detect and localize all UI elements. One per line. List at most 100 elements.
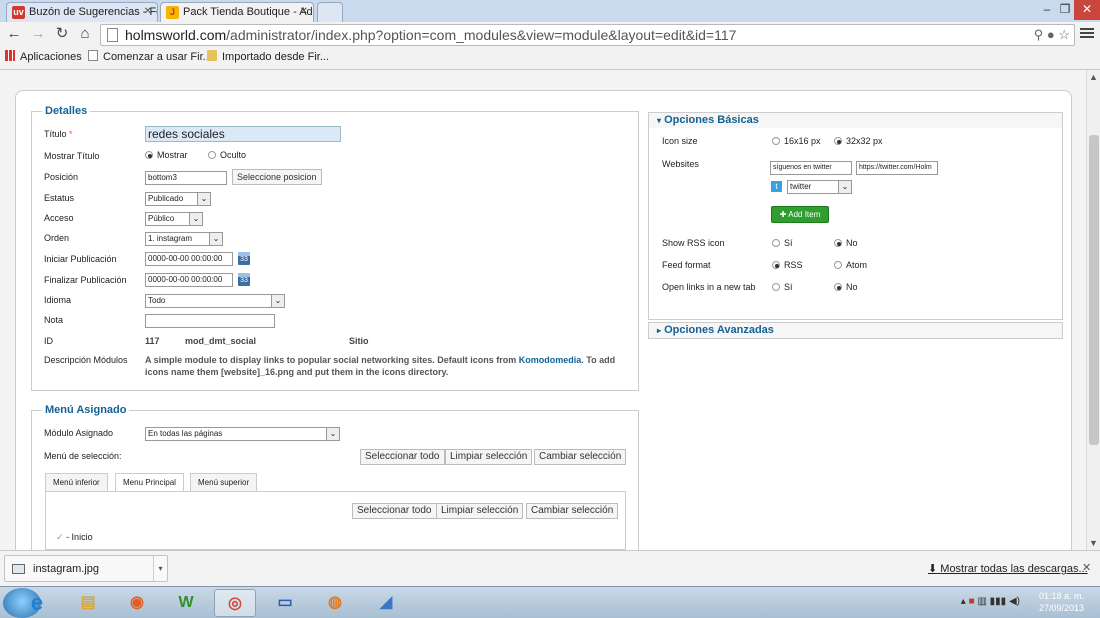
system-tray[interactable]: ▴ ■ ▥ ▮▮▮ ◀)	[961, 596, 1020, 607]
advanced-options-header[interactable]: ▸ Opciones Avanzadas	[648, 322, 1063, 339]
scroll-up-icon[interactable]: ▲	[1089, 72, 1098, 82]
new-tab-button[interactable]	[317, 2, 343, 22]
website-url-input[interactable]: https://twitter.com/Holm	[856, 161, 938, 175]
tab-menu-principal[interactable]: Menu Principal	[115, 473, 184, 493]
website-type-select[interactable]: twitter ⌄	[787, 180, 852, 194]
home-icon[interactable]: ⌂	[76, 25, 94, 43]
orden-select[interactable]: 1. instagram ⌄	[145, 232, 223, 246]
newtab-si-radio[interactable]: Sí	[772, 282, 793, 292]
remote-desktop-icon[interactable]: ▭	[264, 589, 306, 617]
close-icon[interactable]: ✕	[300, 3, 308, 21]
toggle-selection-button[interactable]: Cambiar selección	[534, 449, 627, 465]
newtab-no-radio[interactable]: No	[834, 282, 858, 292]
feed-rss-radio[interactable]: RSS	[772, 260, 803, 270]
tab-menu-inferior[interactable]: Menú inferior	[45, 473, 108, 492]
checkbox-icon[interactable]: ✓	[56, 532, 64, 542]
feed-atom-radio[interactable]: Atom	[834, 260, 867, 270]
chevron-down-icon[interactable]: ▾	[153, 556, 167, 581]
page-scrollbar[interactable]: ▲ ▼	[1086, 70, 1100, 550]
select-position-button[interactable]: Seleccione posicion	[232, 169, 322, 185]
bookmark-apps[interactable]: Aplicaciones	[5, 50, 82, 63]
menu-item-inicio[interactable]: ✓ - Inicio	[56, 532, 93, 543]
close-icon[interactable]: ✕	[1082, 561, 1091, 574]
row-icon-size: Icon size 16x16 px 32x32 px	[662, 136, 883, 146]
bookmark-item[interactable]: Comenzar a usar Fir...	[88, 50, 212, 63]
word-icon[interactable]: W	[165, 589, 207, 617]
acceso-select[interactable]: Público ⌄	[145, 212, 203, 226]
basic-options-header[interactable]: ▾ Opciones Básicas	[648, 112, 1063, 129]
clear-selection-button[interactable]: Limpiar selección	[445, 449, 533, 465]
toggle-selection-button[interactable]: Cambiar selección	[526, 503, 619, 519]
row-feed-format: Feed format RSS Atom	[662, 260, 867, 270]
url-bar[interactable]: holmsworld.com/administrator/index.php?o…	[100, 24, 1075, 46]
idioma-select[interactable]: Todo ⌄	[145, 294, 285, 308]
iniciar-input[interactable]: 0000-00-00 00:00:00	[145, 252, 233, 266]
tab-menu-superior[interactable]: Menú superior	[190, 473, 258, 492]
reload-icon[interactable]: ↻	[53, 25, 71, 43]
row-titulo: Título * redes sociales	[44, 126, 634, 144]
minimize-icon[interactable]: ‒	[1038, 0, 1056, 20]
rss-si-radio[interactable]: Sí	[772, 238, 793, 248]
finalizar-input[interactable]: 0000-00-00 00:00:00	[145, 273, 233, 287]
clear-selection-button[interactable]: Limpiar selección	[436, 503, 524, 519]
estatus-select[interactable]: Publicado ⌄	[145, 192, 211, 206]
media-player-icon[interactable]: ◉	[116, 589, 158, 617]
forward-icon[interactable]: →	[29, 25, 47, 43]
rss-no-radio[interactable]: No	[834, 238, 858, 248]
scroll-thumb[interactable]	[1089, 135, 1099, 445]
menu-icon[interactable]	[1080, 26, 1094, 40]
row-modulo-asignado: Módulo Asignado En todas las páginas ⌄	[44, 425, 634, 443]
firefox-icon[interactable]: ◍	[314, 589, 356, 617]
tab-pack-tienda[interactable]: J Pack Tienda Boutique - Ad ✕	[160, 2, 314, 22]
ie-icon[interactable]: e	[16, 589, 58, 617]
download-icon: ⬇	[928, 563, 938, 575]
posicion-input[interactable]: bottom3	[145, 171, 227, 185]
maximize-icon[interactable]: ❐	[1056, 0, 1074, 20]
finalizar-label: Finalizar Publicación	[44, 275, 127, 285]
bookmark-folder[interactable]: Importado desde Fir...	[207, 50, 329, 63]
star-icon[interactable]: ⚲ ● ☆	[1034, 27, 1070, 43]
komodomedia-link[interactable]: Komodomedia	[519, 355, 582, 365]
calendar-icon[interactable]: 33	[238, 252, 250, 265]
titulo-label: Título	[44, 129, 67, 139]
chevron-down-icon: ⌄	[838, 181, 851, 193]
oculto-radio[interactable]: Oculto	[208, 150, 246, 160]
icon-size-label: Icon size	[662, 136, 698, 146]
volume-icon: ◀)	[1008, 596, 1020, 607]
website-name-input[interactable]: síguenos en twitter	[770, 161, 852, 175]
nota-input[interactable]	[145, 314, 275, 328]
calendar-icon[interactable]: 33	[238, 273, 250, 286]
select-all-button[interactable]: Seleccionar todo	[360, 449, 445, 465]
row-descripcion: Descripción Módulos A simple module to d…	[44, 352, 634, 382]
acceso-label: Acceso	[44, 213, 74, 223]
back-icon[interactable]: ←	[5, 25, 23, 43]
tab-strip: uv Buzón de Sugerencias - Fo ✕ J Pack Ti…	[0, 0, 1100, 22]
details-legend: Detalles	[42, 105, 91, 117]
download-item[interactable]: instagram.jpg ▾	[4, 555, 168, 582]
image-file-icon	[12, 564, 25, 574]
select-all-button[interactable]: Seleccionar todo	[352, 503, 437, 519]
icon-size-32-radio[interactable]: 32x32 px	[834, 136, 883, 146]
tab-buzon[interactable]: uv Buzón de Sugerencias - Fo ✕	[6, 2, 158, 22]
titulo-input[interactable]: redes sociales	[145, 126, 341, 142]
app-icon[interactable]: ◢	[365, 589, 407, 617]
row-iniciar: Iniciar Publicación 0000-00-00 00:00:00 …	[44, 251, 634, 269]
explorer-icon[interactable]: ▤	[67, 589, 109, 617]
websites-label: Websites	[662, 159, 699, 169]
mostrar-radio[interactable]: Mostrar	[145, 150, 188, 160]
tab-title: Pack Tienda Boutique - Ad	[183, 6, 313, 18]
modulo-asignado-label: Módulo Asignado	[44, 428, 114, 438]
close-icon[interactable]: ✕	[144, 3, 152, 21]
row-new-tab: Open links in a new tab Sí No	[662, 282, 858, 292]
scroll-down-icon[interactable]: ▼	[1089, 538, 1098, 548]
add-item-button[interactable]: ✚ Add Item	[771, 206, 829, 223]
row-menu-seleccion: Menú de selección: Seleccionar todo Limp…	[44, 448, 634, 466]
icon-size-16-radio[interactable]: 16x16 px	[772, 136, 821, 146]
modulo-asignado-select[interactable]: En todas las páginas ⌄	[145, 427, 340, 441]
close-window-icon[interactable]: ✕	[1074, 0, 1100, 20]
show-all-downloads-link[interactable]: ⬇ Mostrar todas las descargas...	[928, 562, 1088, 575]
row-mostrar: Mostrar Título Mostrar Oculto	[44, 148, 634, 166]
clock[interactable]: 01:18 a. m. 27/09/2013	[1039, 590, 1084, 614]
chrome-icon[interactable]: ◎	[214, 589, 256, 617]
feed-format-label: Feed format	[662, 260, 711, 270]
